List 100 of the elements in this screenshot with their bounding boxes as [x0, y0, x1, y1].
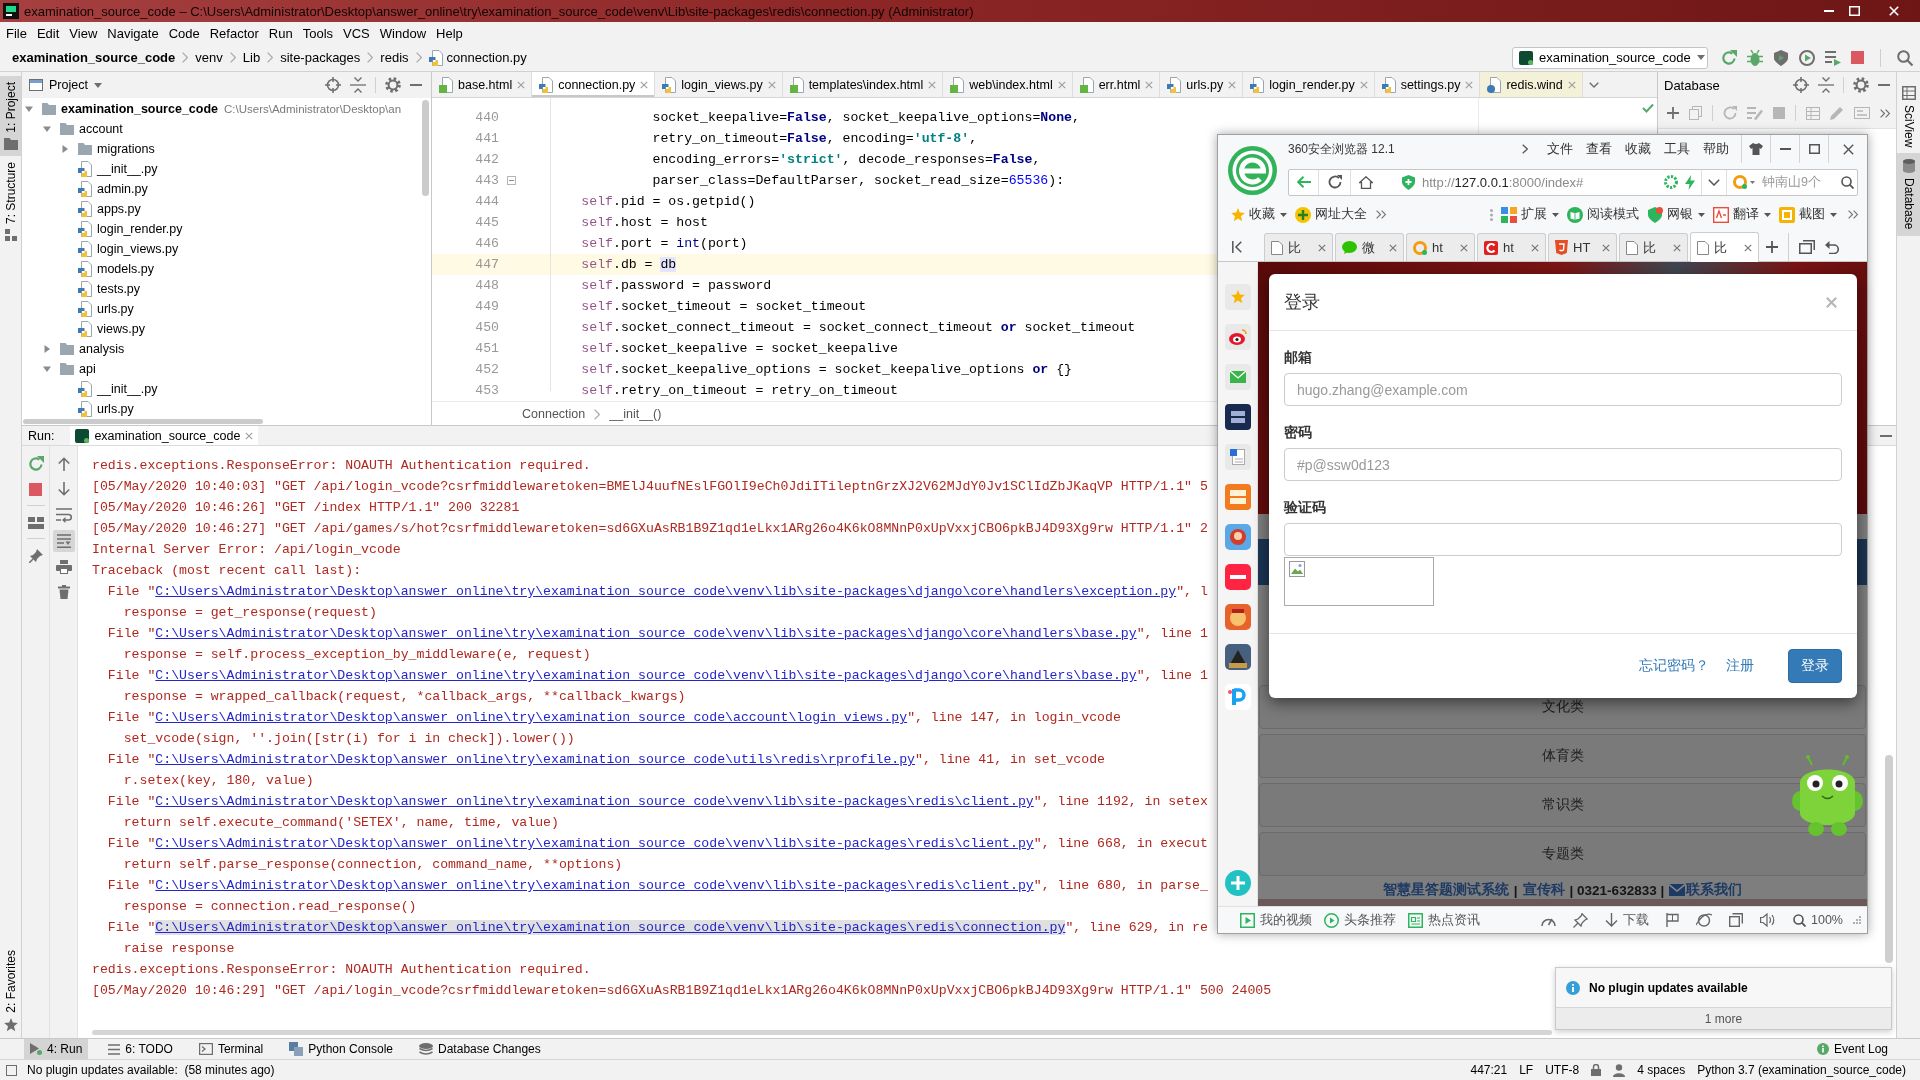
breadcrumb-item[interactable]: connection.py [428, 49, 527, 66]
file-link[interactable]: C:\Users\Administrator\Desktop\answer_online\try\examination_source_code\venv\lib\site-packages\django\core\handlers\exception.py [155, 584, 1177, 599]
expand-arrow-icon[interactable] [25, 105, 33, 113]
tree-item[interactable]: urls.py [97, 302, 134, 316]
caret-icon[interactable] [1764, 212, 1771, 217]
editor-tab[interactable]: base.html [432, 72, 533, 97]
tree-item[interactable]: views.py [97, 322, 145, 336]
tool-window-tab[interactable]: Database [1897, 153, 1920, 236]
menu-item[interactable]: Navigate [102, 23, 164, 43]
menu-item[interactable]: 查看 [1586, 140, 1612, 158]
expand-arrow-icon[interactable] [43, 125, 51, 133]
eye-icon[interactable] [1224, 324, 1251, 350]
expand-arrow-icon[interactable] [43, 365, 51, 373]
close-icon[interactable] [1842, 143, 1854, 155]
editor-tab[interactable]: login_render.py [1243, 72, 1375, 97]
menu-item[interactable]: Help [431, 23, 468, 43]
shirt-icon[interactable] [1749, 143, 1763, 155]
menu-item[interactable]: VCS [338, 23, 375, 43]
printer-icon[interactable] [55, 560, 72, 574]
editor-tab[interactable]: settings.py [1374, 72, 1481, 97]
login-button[interactable]: 登录 [1788, 649, 1842, 683]
app-tile-icon[interactable] [1224, 644, 1251, 670]
editor-tab[interactable]: web\index.html [943, 72, 1073, 97]
file-link[interactable]: C:\Users\Administrator\Desktop\answer_online\try\examination_source_code\venv\lib\site-packages\redis\connection.py [155, 920, 1066, 935]
tree-item[interactable]: analysis [79, 342, 125, 356]
tree-item[interactable]: api [79, 362, 96, 376]
caret-icon[interactable] [1552, 212, 1559, 217]
toolbar-button[interactable]: 翻译 [1713, 206, 1759, 223]
file-link[interactable]: C:\Users\Administrator\Desktop\answer_online\try\examination_source_code\account\login_views.py [155, 710, 908, 725]
menu-item[interactable]: Code [163, 23, 205, 43]
orbit-icon[interactable] [1696, 912, 1712, 928]
file-link[interactable]: C:\Users\Administrator\Desktop\answer_online\try\examination_source_code\venv\lib\site-packages\redis\client.py [155, 878, 1034, 893]
tree-item[interactable]: login_render.py [97, 222, 183, 236]
editor-tab[interactable]: templates\index.html [782, 72, 944, 97]
caret-icon[interactable] [1698, 212, 1705, 217]
menu-item[interactable]: 帮助 [1703, 140, 1729, 158]
scrollbar[interactable] [92, 1030, 1552, 1035]
file-link[interactable]: C:\Users\Administrator\Desktop\answer_online\try\examination_source_code\venv\lib\site-packages\django\core\handlers\base.py [155, 668, 1137, 683]
layout-icon[interactable] [27, 517, 44, 529]
toggle-button[interactable] [52, 530, 75, 552]
chevron-icon[interactable] [1588, 81, 1599, 88]
breadcrumb-item[interactable]: site-packages [280, 50, 361, 65]
file-link[interactable]: C:\Users\Administrator\Desktop\answer_online\try\examination_source_code\venv\lib\site-packages\redis\client.py [155, 836, 1034, 851]
app-tile-icon[interactable] [1224, 684, 1251, 710]
undo-icon[interactable] [1825, 240, 1839, 254]
play-circle-icon[interactable] [1799, 49, 1815, 66]
menu-item[interactable]: Refactor [204, 23, 264, 43]
tool-window-button[interactable]: Database Changes [413, 1039, 547, 1059]
toolbar-button[interactable]: 扩展 [1501, 206, 1547, 223]
breadcrumb-item[interactable]: venv [195, 50, 223, 65]
app-tile-icon[interactable] [1224, 404, 1251, 430]
chevron-double-icon[interactable] [1376, 210, 1386, 219]
editor-tab[interactable]: login_views.py [655, 72, 783, 97]
collapse-icon[interactable] [1818, 77, 1834, 93]
maximize-icon[interactable] [1808, 144, 1820, 154]
crosshair-icon[interactable] [325, 77, 341, 93]
chevron-right-icon[interactable] [1522, 144, 1528, 154]
tool-window-tab[interactable]: 2: Favorites [0, 944, 21, 1038]
view-dropdown[interactable]: Project [49, 78, 102, 92]
toolbar-button[interactable]: 网银 [1647, 206, 1693, 223]
event-log-button[interactable]: Event Log [1810, 1039, 1894, 1059]
tree-item[interactable]: __init__.py [97, 382, 158, 396]
scrollbar[interactable] [1885, 755, 1893, 963]
menu-item[interactable]: Run [263, 23, 298, 43]
tool-window-button[interactable]: Python Console [283, 1039, 400, 1059]
file-link[interactable]: C:\Users\Administrator\Desktop\answer_online\try\examination_source_code\utils\redis\rprofile.py [155, 752, 916, 767]
browser-tab[interactable]: 比 [1690, 232, 1759, 262]
browser-tab[interactable]: ht [1477, 233, 1546, 261]
tool-window-button[interactable]: Terminal [192, 1039, 270, 1059]
tree-item[interactable]: urls.py [97, 402, 134, 416]
editor-tab[interactable]: connection.py [532, 72, 656, 97]
fold-marker-icon[interactable] [507, 176, 516, 185]
scrollbar[interactable] [23, 419, 263, 424]
file-link[interactable]: C:\Users\Administrator\Desktop\answer_online\try\examination_source_code\venv\lib\site-packages\django\core\handlers\base.py [155, 626, 1137, 641]
circular-arrow-icon[interactable] [1721, 49, 1737, 66]
menu-item[interactable]: Edit [31, 23, 65, 43]
collapse-left-icon[interactable] [1232, 241, 1242, 253]
caret-icon[interactable] [1280, 212, 1287, 217]
browser-tab[interactable]: HT [1548, 233, 1617, 261]
list-icon[interactable] [1825, 49, 1841, 66]
chevron-double-icon[interactable] [1880, 108, 1890, 118]
scrollbar[interactable] [422, 100, 429, 196]
menu-item[interactable]: 工具 [1664, 140, 1690, 158]
minimize-icon[interactable] [1880, 434, 1892, 437]
menu-item[interactable]: View [64, 23, 103, 43]
plus-icon[interactable] [1667, 107, 1679, 119]
trash-icon[interactable] [57, 585, 70, 599]
status-item[interactable]: 447:21 [1470, 1063, 1508, 1077]
app-tile-icon[interactable] [1224, 484, 1251, 510]
link[interactable]: 忘记密码？ [1639, 657, 1709, 675]
app-tile-icon[interactable] [1224, 524, 1251, 550]
lock-icon[interactable] [1591, 1064, 1602, 1076]
crosshair-icon[interactable] [1793, 77, 1809, 93]
person-icon[interactable] [1613, 1063, 1626, 1077]
menu-item[interactable]: Window [374, 23, 432, 43]
expand-arrow-icon[interactable] [43, 345, 51, 353]
document-icon[interactable] [1224, 444, 1251, 470]
browser-tab[interactable]: 微 [1335, 233, 1404, 261]
settings-icon[interactable] [1853, 77, 1869, 93]
arrow-up-icon[interactable] [57, 457, 70, 471]
